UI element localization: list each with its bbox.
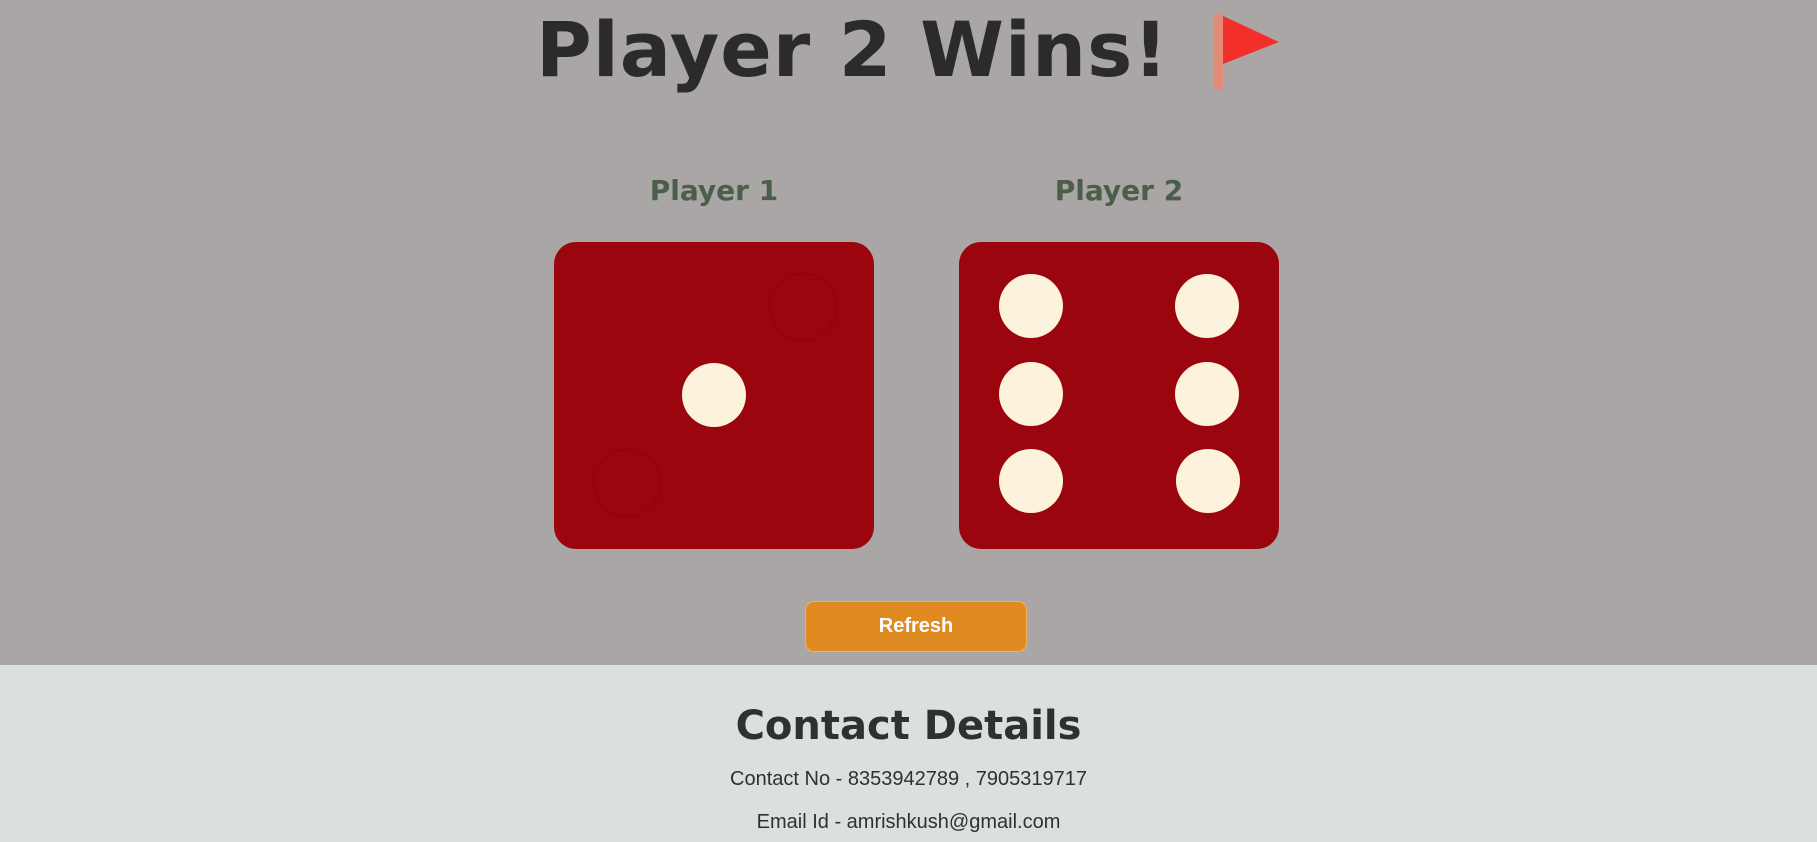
player-2-die: [959, 242, 1279, 549]
red-flag-icon: [1209, 12, 1281, 92]
contact-phone: Contact No - 8353942789 , 7905319717: [730, 768, 1087, 790]
player-2-label: Player 2: [1054, 174, 1184, 207]
contact-email: Email Id - amrishkush@gmail.com: [756, 811, 1061, 833]
refresh-button[interactable]: Refresh: [805, 601, 1027, 652]
player-1-label: Player 1: [649, 174, 779, 207]
die-pip: [1176, 449, 1240, 513]
game-area: Player 2 Wins! Player 1 Player 2 Refresh: [0, 0, 1817, 665]
player-1-die: [554, 242, 874, 549]
contact-title: Contact Details: [735, 703, 1082, 749]
die-pip-faded: [769, 273, 837, 341]
die-pip: [999, 362, 1063, 426]
die-pip: [999, 274, 1063, 338]
die-pip: [1175, 274, 1239, 338]
die-pip: [682, 363, 746, 427]
die-pip-faded: [593, 449, 661, 517]
result-heading: Player 2 Wins!: [0, 0, 1817, 100]
die-pip: [1175, 362, 1239, 426]
result-title: Player 2 Wins!: [536, 5, 1169, 94]
die-pip: [999, 449, 1063, 513]
